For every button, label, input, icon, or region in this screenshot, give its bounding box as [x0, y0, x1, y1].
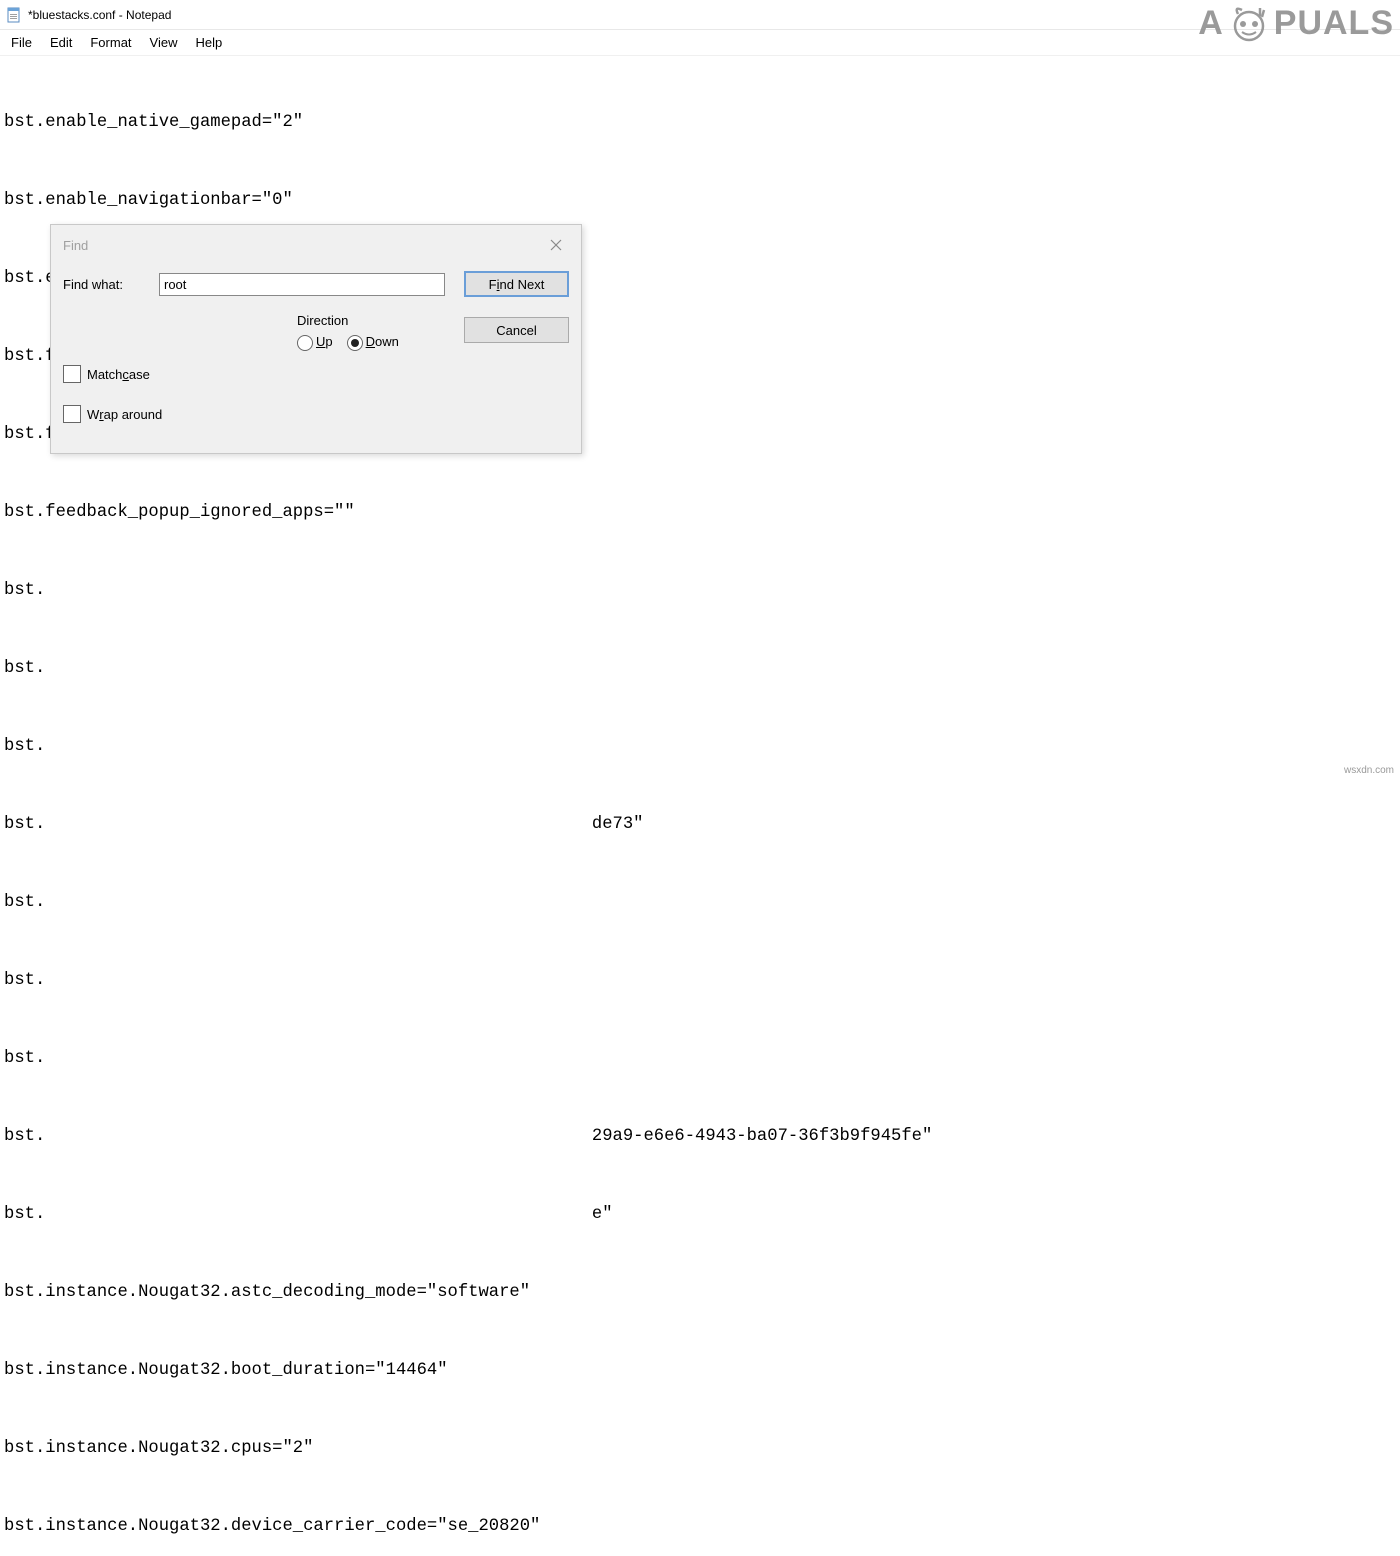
text-line: bst.enable_native_gamepad="2" — [4, 110, 1400, 136]
direction-label: Direction — [297, 313, 399, 328]
text-line: bst.enable_navigationbar="0" — [4, 188, 1400, 214]
text-line: bst.feedback_popup_ignored_apps="" — [4, 500, 1400, 526]
menubar: File Edit Format View Help — [0, 30, 1400, 56]
menu-help[interactable]: Help — [186, 31, 231, 54]
menu-format[interactable]: Format — [81, 31, 140, 54]
text-line: bst. — [4, 968, 1400, 994]
source-label: wsxdn.com — [1344, 765, 1394, 776]
window-title: *bluestacks.conf - Notepad — [28, 8, 171, 22]
text-line: bst. de73" — [4, 812, 1400, 838]
watermark-logo: A PUALS — [1198, 2, 1394, 44]
cancel-button[interactable]: Cancel — [464, 317, 569, 343]
text-line: bst.instance.Nougat32.cpus="2" — [4, 1436, 1400, 1462]
menu-view[interactable]: View — [141, 31, 187, 54]
find-what-input[interactable] — [159, 273, 445, 296]
text-line: bst. — [4, 1046, 1400, 1072]
text-line: bst.instance.Nougat32.boot_duration="144… — [4, 1358, 1400, 1384]
text-line: bst. — [4, 656, 1400, 682]
find-dialog: Find Find what: Find Next Cancel Directi… — [50, 224, 582, 454]
find-what-label: Find what: — [63, 277, 149, 292]
menu-edit[interactable]: Edit — [41, 31, 81, 54]
text-line: bst.instance.Nougat32.astc_decoding_mode… — [4, 1280, 1400, 1306]
close-icon[interactable] — [535, 229, 577, 261]
text-line: bst.instance.Nougat32.device_carrier_cod… — [4, 1514, 1400, 1540]
wrap-around-checkbox[interactable]: Wrap around — [63, 405, 162, 423]
direction-group: Direction Up Down — [297, 313, 399, 351]
direction-down-radio[interactable]: Down — [347, 334, 399, 351]
menu-file[interactable]: File — [2, 31, 41, 54]
text-line: bst. — [4, 890, 1400, 916]
notepad-icon — [6, 7, 22, 23]
find-dialog-title: Find — [63, 238, 88, 253]
direction-up-radio[interactable]: Up — [297, 334, 333, 351]
find-dialog-titlebar[interactable]: Find — [51, 225, 581, 265]
text-line: bst. — [4, 578, 1400, 604]
titlebar: *bluestacks.conf - Notepad — [0, 0, 1400, 30]
text-line: bst. e" — [4, 1202, 1400, 1228]
logo-head-icon — [1228, 2, 1270, 44]
find-next-button[interactable]: Find Next — [464, 271, 569, 297]
text-line: bst. 29a9-e6e6-4943-ba07-36f3b9f945fe" — [4, 1124, 1400, 1150]
text-line: bst. — [4, 734, 1400, 760]
match-case-checkbox[interactable]: Match case — [63, 365, 162, 383]
